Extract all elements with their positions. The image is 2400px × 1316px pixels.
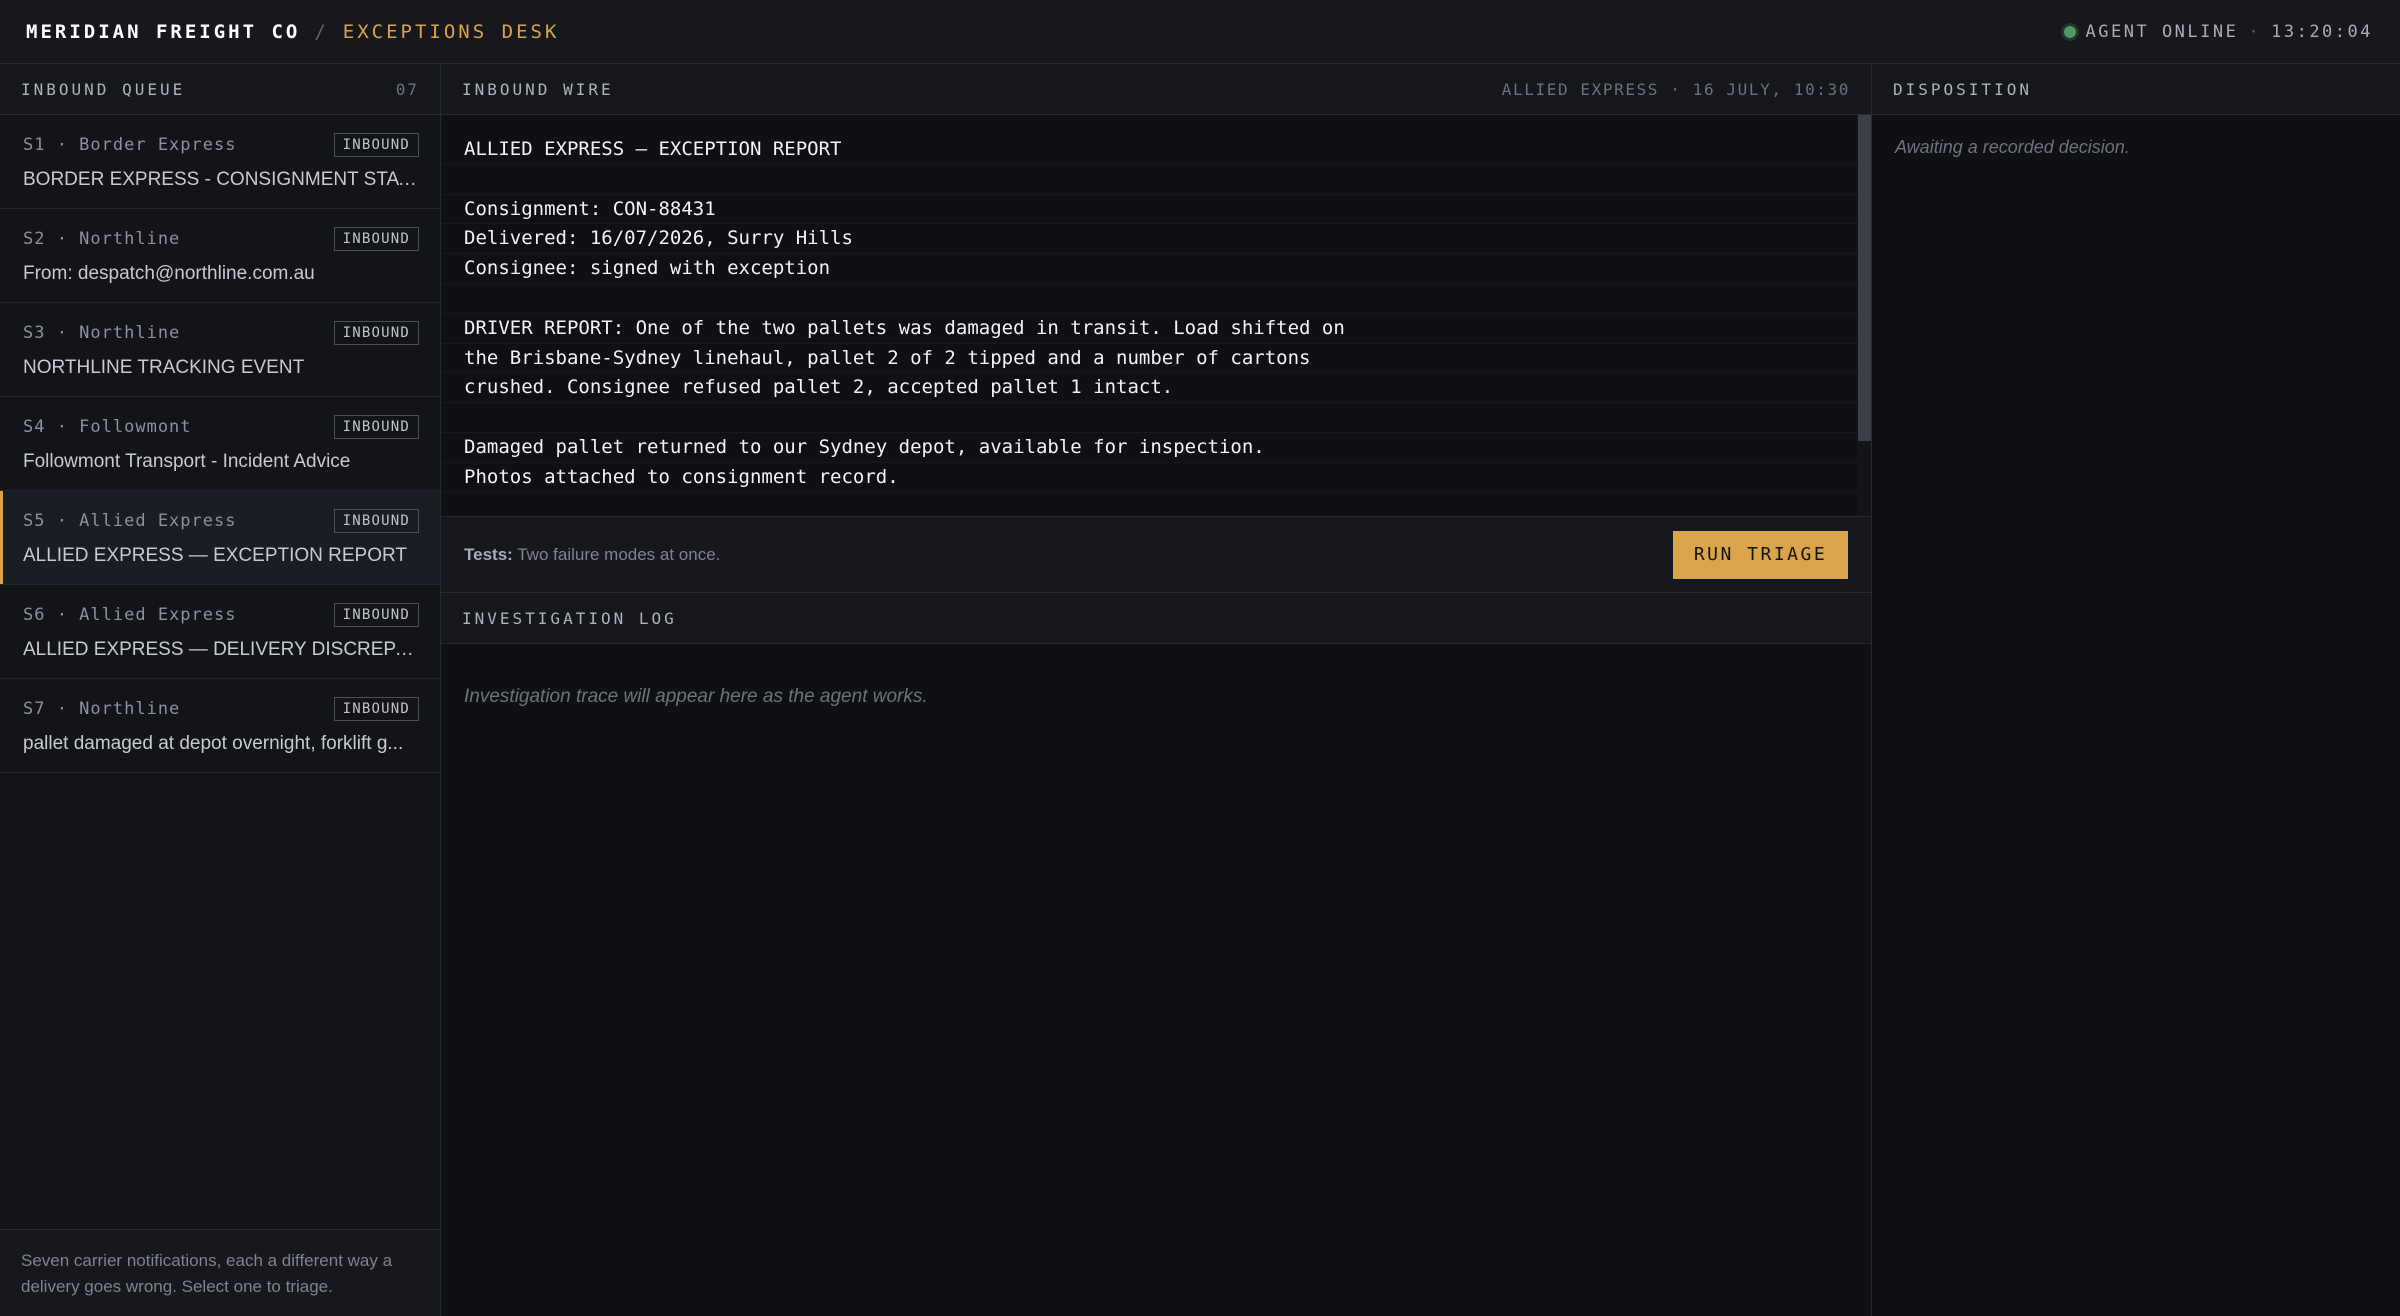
disposition-title: DISPOSITION [1893, 79, 2032, 99]
queue-footer-note: Seven carrier notifications, each a diff… [0, 1229, 440, 1316]
investigation-log: Investigation trace will appear here as … [441, 644, 1871, 750]
wire-line: Photos attached to consignment record. [441, 463, 1871, 493]
wire-line: Consignment: CON-88431 [441, 195, 1871, 225]
inbound-queue-panel: INBOUND QUEUE 07 S1 · Border Express INBO… [0, 64, 441, 1316]
desk-name: EXCEPTIONS DESK [342, 20, 560, 43]
queue-item[interactable]: S3 · Northline INBOUND NORTHLINE TRACKING … [0, 303, 440, 397]
disposition-panel: DISPOSITION Awaiting a recorded decision… [1871, 64, 2400, 1316]
queue-count: 07 [395, 79, 419, 99]
queue-list: S1 · Border Express INBOUND BORDER EXPRESS… [0, 115, 440, 773]
status-badge: INBOUND [333, 133, 419, 157]
tests-label: Tests: [464, 544, 513, 564]
status-badge: INBOUND [333, 321, 419, 345]
online-indicator-icon [2063, 25, 2076, 38]
status-badge: INBOUND [333, 509, 419, 533]
wire-line [441, 165, 1871, 195]
agent-status: AGENT ONLINE · 13:20:04 [2063, 21, 2373, 42]
wire-line: DRIVER REPORT: One of the two pallets wa… [441, 314, 1871, 344]
run-triage-button[interactable]: RUN TRIAGE [1673, 530, 1848, 579]
queue-item-subject: BORDER EXPRESS - CONSIGNMENT STATUS UPDA… [23, 169, 419, 190]
tests-note: Tests: Two failure modes at once. [464, 545, 720, 565]
top-bar: MERIDIAN FREIGHT CO / EXCEPTIONS DESK AG… [0, 0, 2400, 64]
wire-title: INBOUND WIRE [462, 79, 614, 99]
wire-line: Damaged pallet returned to our Sydney de… [441, 433, 1871, 463]
action-bar: Tests: Two failure modes at once. RUN TR… [441, 516, 1871, 593]
queue-item[interactable]: S1 · Border Express INBOUND BORDER EXPRESS… [0, 115, 440, 209]
queue-item-top: S2 · Northline INBOUND [23, 227, 419, 251]
queue-item-subject: Followmont Transport - Incident Advice [23, 451, 351, 472]
queue-item-source: S1 · Border Express [23, 135, 237, 155]
queue-item-top: S5 · Allied Express INBOUND [23, 509, 419, 533]
wire-content[interactable]: ALLIED EXPRESS — EXCEPTION REPORT Consign… [441, 115, 1871, 516]
queue-item[interactable]: S2 · Northline INBOUND From: despatch@nort… [0, 209, 440, 303]
queue-item-top: S6 · Allied Express INBOUND [23, 603, 419, 627]
queue-item-source: S7 · Northline [23, 699, 181, 719]
queue-item-source: S6 · Allied Express [23, 605, 237, 625]
status-badge: INBOUND [333, 697, 419, 721]
wire-line: Delivered: 16/07/2026, Surry Hills [441, 224, 1871, 255]
queue-item-top: S3 · Northline INBOUND [23, 321, 419, 345]
status-separator: · [2248, 21, 2262, 42]
main-panel: INBOUND WIRE ALLIED EXPRESS · 16 JULY, 1… [441, 64, 1871, 1316]
wire-header: INBOUND WIRE ALLIED EXPRESS · 16 JULY, 1… [441, 64, 1871, 115]
queue-item-source: S5 · Allied Express [23, 511, 237, 531]
wire-line [441, 403, 1871, 433]
queue-item-source: S4 · Followmont [23, 417, 192, 437]
queue-item-top: S4 · Followmont INBOUND [23, 415, 419, 439]
queue-item-subject: pallet damaged at depot overnight, forkl… [23, 733, 404, 754]
queue-header: INBOUND QUEUE 07 [0, 64, 440, 115]
wire-line: ALLIED EXPRESS — EXCEPTION REPORT [441, 135, 1871, 165]
status-badge: INBOUND [333, 227, 419, 251]
disposition-header: DISPOSITION [1872, 64, 2400, 115]
log-header: INVESTIGATION LOG [441, 593, 1871, 644]
scrollbar-thumb[interactable] [1858, 115, 1871, 441]
wire-scrollbar[interactable] [1857, 115, 1871, 516]
queue-item-subject: NORTHLINE TRACKING EVENT [23, 357, 305, 378]
status-badge: INBOUND [333, 415, 419, 439]
log-title: INVESTIGATION LOG [462, 608, 677, 628]
tests-text: Two failure modes at once. [517, 544, 721, 564]
queue-item-subject: From: despatch@northline.com.au [23, 263, 315, 284]
queue-item[interactable]: S4 · Followmont INBOUND Followmont Transpo… [0, 397, 440, 491]
queue-item-source: S3 · Northline [23, 323, 181, 343]
queue-item[interactable]: S7 · Northline INBOUND pallet damaged at d… [0, 679, 440, 773]
wire-line: crushed. Consignee refused pallet 2, acc… [441, 373, 1871, 404]
status-text: AGENT ONLINE [2085, 21, 2239, 42]
wire-text: ALLIED EXPRESS — EXCEPTION REPORT Consign… [441, 115, 1871, 493]
clock: 13:20:04 [2271, 21, 2373, 42]
wire-line: Consignee: signed with exception [441, 254, 1871, 284]
log-placeholder: Investigation trace will appear here as … [464, 686, 928, 707]
disposition-body: Awaiting a recorded decision. [1872, 115, 2400, 180]
wire-line [441, 284, 1871, 314]
brand-separator: / [314, 20, 329, 43]
queue-item-subject: ALLIED EXPRESS — DELIVERY DISCREPANCY [23, 639, 419, 660]
queue-item-top: S1 · Border Express INBOUND [23, 133, 419, 157]
company-name: MERIDIAN FREIGHT CO [26, 20, 301, 43]
brand: MERIDIAN FREIGHT CO / EXCEPTIONS DESK [26, 21, 559, 43]
wire-line: the Brisbane-Sydney linehaul, pallet 2 o… [441, 344, 1871, 374]
queue-item-subject: ALLIED EXPRESS — EXCEPTION REPORT [23, 545, 407, 566]
disposition-placeholder: Awaiting a recorded decision. [1895, 137, 2130, 157]
queue-item[interactable]: S5 · Allied Express INBOUND ALLIED EXPRESS… [0, 491, 440, 585]
queue-item-source: S2 · Northline [23, 229, 181, 249]
queue-item[interactable]: S6 · Allied Express INBOUND ALLIED EXPRESS… [0, 585, 440, 679]
queue-item-top: S7 · Northline INBOUND [23, 697, 419, 721]
status-badge: INBOUND [333, 603, 419, 627]
wire-meta: ALLIED EXPRESS · 16 JULY, 10:30 [1501, 79, 1850, 99]
queue-title: INBOUND QUEUE [21, 79, 186, 99]
